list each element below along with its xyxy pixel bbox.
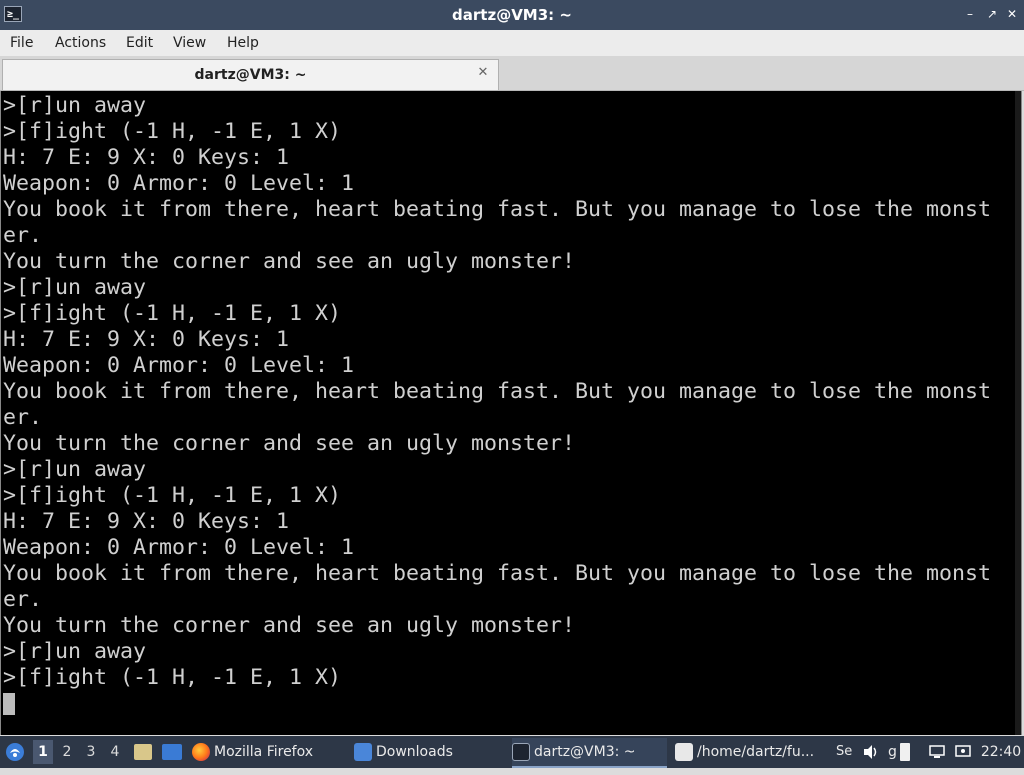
menu-view[interactable]: View [173,30,206,56]
file-manager-launcher-icon[interactable] [134,736,154,768]
terminal-line: >[f]ight (-1 H, -1 E, 1 X) [3,483,342,508]
terminal-line: >[r]un away [3,93,147,118]
folder-icon [354,743,372,761]
workspace-4[interactable]: 4 [105,740,125,764]
terminal-line: er. [3,223,43,248]
tab-label: dartz@VM3: ~ [194,67,307,83]
terminal-line: Weapon: 0 Armor: 0 Level: 1 [3,535,355,560]
terminal-line: You book it from there, heart beating fa… [3,379,992,404]
menu-actions[interactable]: Actions [55,30,106,56]
minimize-icon[interactable]: – [962,6,978,22]
text-editor-icon [675,743,693,761]
clipboard-icon[interactable] [900,736,914,768]
terminal-scrollbar[interactable] [1015,91,1021,735]
tray-item-2[interactable]: g [888,736,900,768]
window-title: dartz@VM3: ~ [452,6,572,24]
tab-close-icon[interactable]: ✕ [476,66,490,80]
tab-terminal[interactable]: dartz@VM3: ~ ✕ [2,59,499,90]
terminal-line: You turn the corner and see an ugly mons… [3,431,576,456]
start-menu-icon[interactable] [4,736,28,768]
terminal-line: H: 7 E: 9 X: 0 Keys: 1 [3,509,290,534]
task-terminal-label: dartz@VM3: ~ [534,744,636,760]
terminal-line: Weapon: 0 Armor: 0 Level: 1 [3,171,355,196]
terminal-view[interactable]: >[r]un away >[f]ight (-1 H, -1 E, 1 X) H: … [0,91,1022,735]
terminal-line: >[f]ight (-1 H, -1 E, 1 X) [3,301,342,326]
menu-help[interactable]: Help [227,30,259,56]
terminal-line: >[r]un away [3,639,147,664]
terminal-line: You book it from there, heart beating fa… [3,197,992,222]
close-icon[interactable]: ✕ [1004,6,1020,22]
terminal-line: er. [3,405,43,430]
terminal-line: You book it from there, heart beating fa… [3,561,992,586]
maximize-icon[interactable]: ↗ [984,6,1000,22]
terminal-line: H: 7 E: 9 X: 0 Keys: 1 [3,145,290,170]
menu-bar: File Actions Edit View Help [0,30,1024,56]
terminal-prompt-line [3,691,1003,717]
workspace-1[interactable]: 1 [33,740,53,764]
workspace-3[interactable]: 3 [81,740,101,764]
terminal-icon [512,743,530,761]
task-text-editor-label: /home/dartz/fu... [697,744,815,760]
task-text-editor[interactable]: /home/dartz/fu... [675,738,830,766]
tab-bar: dartz@VM3: ~ ✕ [0,56,1024,91]
window-titlebar[interactable]: ≥_ dartz@VM3: ~ – ↗ ✕ [0,0,1024,30]
terminal-cursor [3,693,15,715]
task-firefox-label: Mozilla Firefox [214,744,314,760]
terminal-line: >[r]un away [3,457,147,482]
volume-icon[interactable] [862,736,882,768]
task-terminal[interactable]: dartz@VM3: ~ [512,738,667,768]
terminal-line: H: 7 E: 9 X: 0 Keys: 1 [3,327,290,352]
task-firefox[interactable]: Mozilla Firefox [192,738,347,766]
menu-edit[interactable]: Edit [126,30,153,56]
terminal-output: >[r]un away >[f]ight (-1 H, -1 E, 1 X) H: … [3,93,1003,717]
terminal-line: You turn the corner and see an ugly mons… [3,613,576,638]
taskbar: 1 2 3 4 Mozilla Firefox Downloads dartz@… [0,736,1024,768]
network-icon[interactable] [954,736,974,768]
terminal-line: er. [3,587,43,612]
clock[interactable]: 22:40 [980,736,1022,768]
terminal-line: >[f]ight (-1 H, -1 E, 1 X) [3,119,342,144]
tray-item-1[interactable]: Se [836,736,860,768]
terminal-line: You turn the corner and see an ugly mons… [3,249,576,274]
display-icon[interactable] [928,736,948,768]
task-downloads-label: Downloads [376,744,453,760]
menu-file[interactable]: File [10,30,33,56]
show-desktop-icon[interactable] [162,736,184,768]
terminal-line: >[f]ight (-1 H, -1 E, 1 X) [3,665,342,690]
workspace-2[interactable]: 2 [57,740,77,764]
task-downloads[interactable]: Downloads [354,738,504,766]
terminal-line: Weapon: 0 Armor: 0 Level: 1 [3,353,355,378]
firefox-icon [192,743,210,761]
terminal-line: >[r]un away [3,275,147,300]
